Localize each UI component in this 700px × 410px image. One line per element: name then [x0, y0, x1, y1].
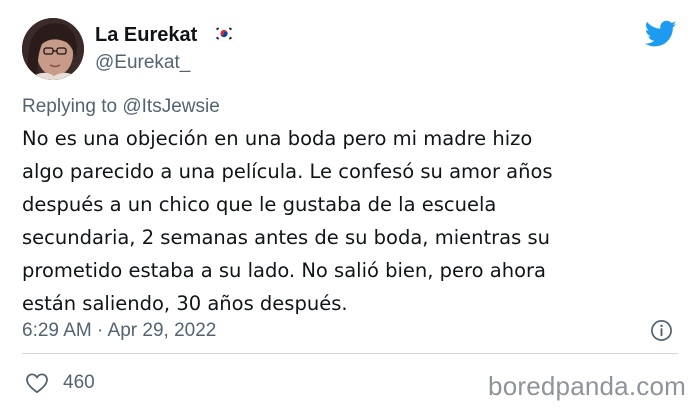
- user-handle[interactable]: @Eurekat_: [95, 52, 190, 74]
- tweet-card: La Eurekat @Eurekat_ Replying to @ItsJew…: [0, 0, 700, 410]
- replying-to: Replying to @ItsJewsie: [22, 96, 220, 118]
- display-name[interactable]: La Eurekat: [95, 23, 197, 47]
- heart-icon[interactable]: [25, 372, 49, 394]
- tweet-text: No es una objeción en una boda pero mi m…: [22, 127, 553, 315]
- info-icon[interactable]: [650, 319, 673, 342]
- like-count: 460: [63, 372, 95, 393]
- replying-to-prefix: Replying to: [22, 96, 123, 117]
- divider: [22, 353, 678, 354]
- tweet-timestamp[interactable]: 6:29 AM · Apr 29, 2022: [22, 320, 216, 342]
- watermark: boredpanda.com: [488, 371, 686, 401]
- avatar-photo: [22, 18, 84, 80]
- twitter-bird-icon[interactable]: [645, 20, 677, 48]
- replying-to-mention[interactable]: @ItsJewsie: [122, 96, 219, 117]
- avatar[interactable]: [22, 18, 84, 80]
- south-korea-flag-icon: [214, 26, 234, 41]
